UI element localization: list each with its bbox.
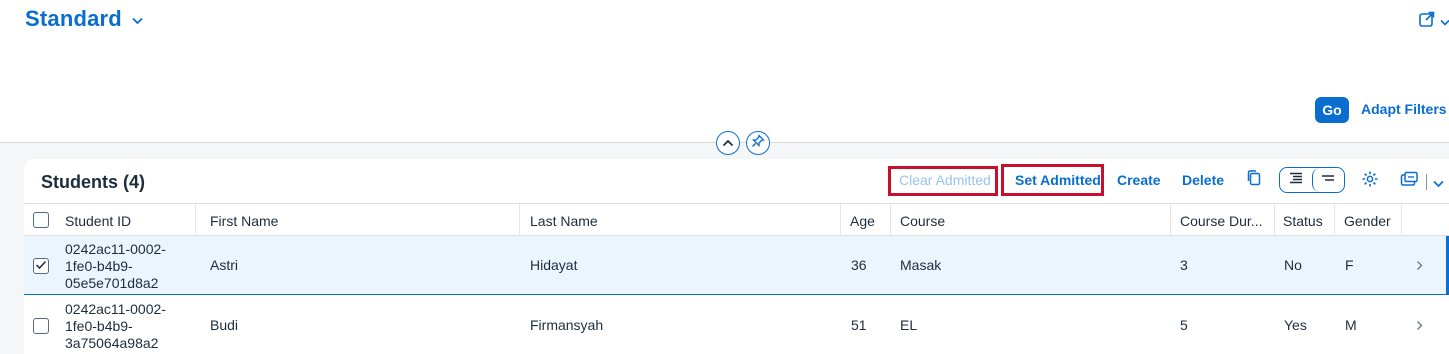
condensed-view-button[interactable] bbox=[1280, 168, 1312, 192]
chevron-right-icon[interactable] bbox=[1416, 318, 1423, 336]
export-menu-button[interactable] bbox=[1433, 175, 1444, 193]
density-toggle bbox=[1279, 167, 1345, 193]
column-header-status[interactable]: Status bbox=[1283, 213, 1323, 229]
copy-button[interactable] bbox=[1246, 169, 1262, 192]
collapse-header-icon bbox=[722, 134, 734, 152]
column-separator bbox=[195, 204, 196, 237]
row-checkbox[interactable] bbox=[33, 258, 49, 274]
column-separator bbox=[519, 204, 520, 237]
cell-student-id: 0242ac11-0002- 1fe0-b4b9- 05e5e701d8a2 bbox=[65, 241, 166, 291]
toolbar-separator bbox=[1426, 173, 1427, 190]
column-header-gender[interactable]: Gender bbox=[1344, 213, 1391, 229]
table-row[interactable]: 0242ac11-0002- 1fe0-b4b9- 05e5e701d8a2 A… bbox=[24, 236, 1449, 295]
go-button[interactable]: Go bbox=[1315, 97, 1349, 123]
cell-course: Masak bbox=[900, 257, 942, 273]
variant-title: Standard bbox=[25, 6, 122, 31]
column-header-student-id[interactable]: Student ID bbox=[65, 213, 131, 229]
select-all-checkbox[interactable] bbox=[33, 212, 49, 228]
cell-course: EL bbox=[900, 317, 918, 333]
cell-age: 36 bbox=[851, 257, 867, 273]
pin-header-button[interactable] bbox=[746, 131, 770, 155]
chevron-right-icon[interactable] bbox=[1416, 258, 1423, 276]
compact-view-button[interactable] bbox=[1311, 168, 1344, 192]
cell-status: No bbox=[1284, 257, 1302, 273]
column-separator bbox=[1274, 204, 1275, 237]
compact-view-icon bbox=[1321, 171, 1335, 189]
clear-admitted-button[interactable]: Clear Admitted bbox=[899, 172, 991, 188]
column-separator bbox=[1401, 204, 1402, 237]
cell-status: Yes bbox=[1284, 317, 1307, 333]
settings-button[interactable] bbox=[1361, 170, 1379, 193]
cell-last-name: Hidayat bbox=[530, 257, 578, 273]
variant-selector[interactable]: Standard bbox=[25, 6, 143, 32]
cell-student-id: 0242ac11-0002- 1fe0-b4b9- 3a75064a98a2 bbox=[65, 301, 166, 351]
column-separator bbox=[840, 204, 841, 237]
cell-course-duration: 3 bbox=[1180, 257, 1188, 273]
cell-age: 51 bbox=[851, 317, 867, 333]
cell-first-name: Budi bbox=[210, 317, 239, 333]
table-toolbar: Students (4) Clear Admitted Set Admitted… bbox=[24, 159, 1449, 203]
pin-icon bbox=[751, 133, 765, 153]
table-title: Students (4) bbox=[41, 172, 146, 192]
column-separator bbox=[890, 204, 891, 237]
row-checkbox[interactable] bbox=[33, 318, 49, 334]
collapse-header-button[interactable] bbox=[716, 131, 740, 155]
chevron-down-icon bbox=[1440, 13, 1449, 31]
students-table-panel: Students (4) Clear Admitted Set Admitted… bbox=[24, 159, 1449, 354]
column-header-first-name[interactable]: First Name bbox=[210, 213, 278, 229]
cell-gender: F bbox=[1345, 257, 1354, 273]
cell-gender: M bbox=[1345, 317, 1357, 333]
share-menu[interactable] bbox=[1418, 10, 1449, 33]
create-button[interactable]: Create bbox=[1117, 172, 1161, 188]
chevron-down-icon bbox=[132, 12, 143, 30]
cell-first-name: Astri bbox=[210, 257, 238, 273]
table-header: Student ID First Name Last Name Age Cour… bbox=[24, 203, 1449, 237]
column-header-course-duration[interactable]: Course Dur... bbox=[1180, 213, 1262, 229]
page-header: Standard Go Adapt Filters bbox=[0, 0, 1449, 142]
share-icon bbox=[1418, 10, 1436, 33]
column-header-last-name[interactable]: Last Name bbox=[530, 213, 598, 229]
column-header-course[interactable]: Course bbox=[900, 213, 945, 229]
cell-course-duration: 5 bbox=[1180, 317, 1188, 333]
condensed-view-icon bbox=[1289, 171, 1303, 189]
column-separator bbox=[1334, 204, 1335, 237]
copy-icon bbox=[1246, 169, 1262, 192]
column-header-age[interactable]: Age bbox=[850, 213, 875, 229]
settings-icon bbox=[1361, 170, 1379, 193]
header-controls bbox=[716, 131, 770, 155]
chevron-down-icon bbox=[1433, 175, 1444, 193]
export-button[interactable] bbox=[1400, 171, 1427, 192]
adapt-filters-button[interactable]: Adapt Filters bbox=[1361, 101, 1447, 117]
table-row[interactable]: 0242ac11-0002- 1fe0-b4b9- 3a75064a98a2 B… bbox=[24, 296, 1449, 354]
column-separator bbox=[1170, 204, 1171, 237]
delete-button[interactable]: Delete bbox=[1182, 172, 1224, 188]
export-icon bbox=[1400, 171, 1418, 192]
cell-last-name: Firmansyah bbox=[530, 317, 604, 333]
set-admitted-button[interactable]: Set Admitted bbox=[1015, 172, 1101, 188]
checkmark-icon bbox=[35, 257, 47, 275]
